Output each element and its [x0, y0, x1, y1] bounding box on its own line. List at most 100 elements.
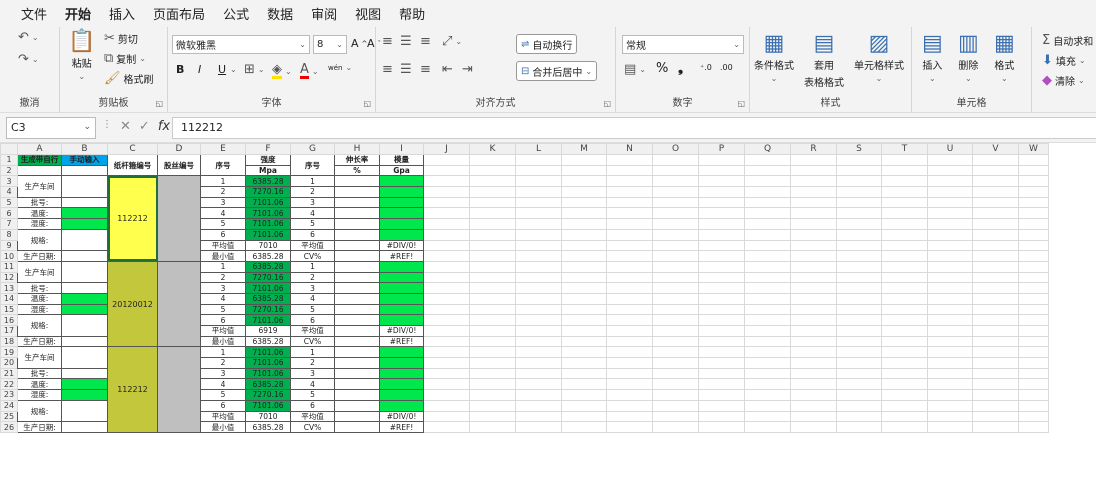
cell[interactable] [881, 325, 928, 337]
cell[interactable] [652, 239, 699, 252]
modulus-cell[interactable] [379, 228, 424, 241]
seq2-cell[interactable]: 6 [290, 314, 335, 326]
column-header-M[interactable]: M [561, 143, 607, 155]
cell[interactable] [606, 218, 653, 230]
label-cell[interactable]: 规格: [17, 228, 62, 252]
cell[interactable] [927, 378, 973, 391]
cell[interactable] [972, 303, 1019, 316]
cell[interactable] [515, 303, 562, 316]
align-center-button[interactable]: ☰ [400, 63, 412, 76]
cell[interactable] [744, 399, 791, 412]
modulus-cell[interactable] [379, 399, 424, 412]
cell[interactable] [469, 271, 516, 284]
column-header-L[interactable]: L [515, 143, 562, 155]
label-cell[interactable]: 批号: [17, 367, 62, 380]
min-value-cell[interactable]: 6385.28 [245, 250, 291, 262]
cell[interactable] [881, 314, 928, 326]
cell[interactable] [423, 421, 470, 433]
cell[interactable] [652, 421, 699, 433]
cell[interactable] [698, 410, 745, 423]
cell[interactable] [927, 175, 973, 188]
cell[interactable] [561, 207, 607, 220]
cell[interactable] [972, 410, 1019, 423]
cell[interactable] [881, 335, 928, 348]
cell[interactable] [972, 292, 1019, 305]
row-header-25[interactable]: 25 [0, 410, 18, 423]
avg-label2-cell[interactable]: 平均值 [290, 325, 335, 337]
row-header-22[interactable]: 22 [0, 378, 18, 391]
column-header-T[interactable]: T [881, 143, 928, 155]
cell[interactable] [561, 378, 607, 391]
cell[interactable] [881, 175, 928, 188]
seq-cell[interactable]: 6 [200, 228, 246, 241]
min-value-cell[interactable]: 6385.28 [245, 421, 291, 433]
cell[interactable] [836, 175, 882, 188]
seq-cell[interactable]: 4 [200, 207, 246, 220]
cell[interactable] [790, 303, 837, 316]
cell[interactable] [927, 346, 973, 359]
align-left-button[interactable]: ≡ [382, 63, 393, 76]
cell[interactable] [423, 335, 470, 348]
input-cell[interactable] [61, 292, 108, 305]
cell[interactable] [972, 260, 1019, 273]
cell[interactable] [972, 250, 1019, 262]
cell[interactable] [836, 421, 882, 433]
cell[interactable] [652, 378, 699, 391]
cell[interactable] [1018, 346, 1049, 359]
seq2-cell[interactable]: 2 [290, 186, 335, 198]
accounting-button[interactable]: ▤ ⌄ [624, 63, 646, 76]
row-header-8[interactable]: 8 [0, 228, 18, 241]
cell[interactable] [698, 175, 745, 188]
cell[interactable] [561, 250, 607, 262]
cv-label-cell[interactable]: CV% [290, 335, 335, 348]
cell[interactable] [972, 154, 1019, 166]
cell[interactable] [881, 239, 928, 252]
cell[interactable] [1018, 292, 1049, 305]
input-cell[interactable] [61, 378, 108, 391]
label-cell[interactable]: 生产车间 [17, 260, 62, 284]
strength-cell[interactable]: 7101.06 [245, 207, 291, 220]
cell-b1[interactable]: 手动输入 [61, 154, 108, 166]
cell[interactable] [927, 218, 973, 230]
cell[interactable] [927, 196, 973, 209]
label-cell[interactable]: 温度: [17, 207, 62, 220]
sample-id-cell[interactable]: 20120012 [107, 260, 158, 348]
row-header-18[interactable]: 18 [0, 335, 18, 348]
cell[interactable] [652, 399, 699, 412]
cell[interactable] [881, 421, 928, 433]
seq2-cell[interactable]: 1 [290, 260, 335, 273]
cell[interactable] [652, 314, 699, 326]
cell[interactable] [927, 303, 973, 316]
cell[interactable] [561, 314, 607, 326]
cell[interactable] [561, 303, 607, 316]
row-header-19[interactable]: 19 [0, 346, 18, 359]
cell[interactable] [927, 292, 973, 305]
cell[interactable] [606, 335, 653, 348]
cell[interactable] [836, 367, 882, 380]
cell-e1[interactable]: 序号 [200, 153, 246, 177]
elongation-cell[interactable] [334, 357, 380, 369]
cell[interactable] [652, 367, 699, 380]
modulus-cell[interactable] [379, 218, 424, 230]
column-header-N[interactable]: N [606, 143, 653, 155]
cell[interactable] [469, 314, 516, 326]
underline-dropdown[interactable]: ⌄ [230, 65, 237, 74]
format-as-table-button[interactable]: ▤ 套用 表格格式 [804, 33, 844, 90]
cell[interactable] [652, 357, 699, 369]
modulus-cell[interactable] [379, 207, 424, 220]
cell[interactable] [423, 175, 470, 188]
cell[interactable] [881, 410, 928, 423]
column-header-I[interactable]: I [379, 143, 424, 155]
seq2-cell[interactable]: 5 [290, 389, 335, 401]
cell[interactable] [469, 250, 516, 262]
format-painter-button[interactable]: 🖌 格式刷 [104, 71, 154, 86]
avg-value-cell[interactable]: 6919 [245, 325, 291, 337]
seq-cell[interactable]: 2 [200, 357, 246, 369]
conditional-format-button[interactable]: ▦ 条件格式 ⌄ [754, 33, 794, 84]
cell[interactable] [698, 303, 745, 316]
cell[interactable] [790, 239, 837, 252]
cell[interactable] [790, 325, 837, 337]
cell[interactable] [515, 196, 562, 209]
strength-cell[interactable]: 6385.28 [245, 175, 291, 188]
cell-h1[interactable]: 伸长率 [334, 154, 380, 166]
